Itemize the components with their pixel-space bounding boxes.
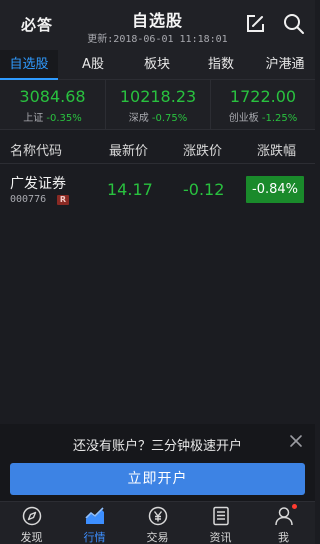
nav-market[interactable]: 行情 [63,502,126,544]
tab-hk-connect[interactable]: 沪港通 [255,50,315,80]
close-icon[interactable] [289,434,303,448]
index-card-chinext[interactable]: 1722.00 创业板 -1.25% [210,80,315,130]
index-card-shanghai[interactable]: 3084.68 上证 -0.35% [0,80,105,130]
edit-icon[interactable] [244,13,266,35]
index-value: 10218.23 [119,87,197,106]
page-title: 自选股 [131,11,183,30]
tab-indices[interactable]: 指数 [192,50,250,80]
column-headers: 名称代码 最新价 涨跌价 涨跌幅 [0,131,315,164]
index-value: 1722.00 [229,87,297,106]
stock-name: 广发证券 [10,176,66,192]
index-card-shenzhen[interactable]: 10218.23 深成 -0.75% [105,80,210,130]
nav-label: 行情 [83,531,106,544]
nav-label: 交易 [146,531,169,544]
index-change-pct: -0.75% [151,113,188,124]
open-account-banner: 还没有账户？三分钟极速开户 立即开户 [0,424,315,501]
news-icon [213,506,229,526]
index-name: 深成 [128,113,149,124]
top-bar: 必答 自选股 更新:2018-06-01 11:18:01 [0,0,315,50]
column-name-code: 名称代码 [10,144,63,159]
stock-change-pct: -0.84% [246,176,304,203]
stock-row[interactable]: 广发证券 000776 R 14.17 -0.12 -0.84% [0,165,315,215]
chart-icon [85,507,104,524]
index-summary: 3084.68 上证 -0.35% 10218.23 深成 -0.75% 172… [0,80,315,130]
yen-icon [148,506,168,526]
nav-trade[interactable]: 交易 [126,502,189,544]
tab-a-shares[interactable]: A股 [64,50,122,80]
stock-change: -0.12 [183,180,225,199]
index-subtitle: 上证 -0.35% [0,109,105,124]
index-subtitle: 深成 -0.75% [106,109,210,124]
update-timestamp: 更新:2018-06-01 11:18:01 [87,34,228,45]
tab-sectors[interactable]: 板块 [128,50,186,80]
index-value: 3084.68 [19,87,86,106]
user-icon [275,507,293,526]
index-change-pct: -0.35% [46,113,82,124]
stock-code: 000776 [10,194,47,205]
bottom-nav: 发现 行情 交易 资讯 我 [0,501,315,544]
tab-watchlist[interactable]: 自选股 [0,50,58,80]
notification-dot [292,504,297,509]
nav-label: 发现 [20,531,43,544]
index-name: 上证 [23,113,44,124]
market-tabs: 自选股 A股 板块 指数 沪港通 [0,50,315,80]
compass-icon [22,506,42,526]
nav-me[interactable]: 我 [252,502,315,544]
index-subtitle: 创业板 -1.25% [211,109,315,124]
promo-text: 还没有账户？三分钟极速开户 [72,439,242,454]
column-latest-price[interactable]: 最新价 [109,140,148,159]
column-change[interactable]: 涨跌价 [183,140,222,159]
open-account-button[interactable]: 立即开户 [10,463,305,495]
index-name: 创业板 [228,113,259,124]
nav-news[interactable]: 资讯 [189,502,252,544]
nav-label: 资讯 [209,531,232,544]
index-change-pct: -1.25% [261,113,298,124]
column-change-pct[interactable]: 涨跌幅 [257,140,296,159]
nav-label: 我 [278,531,289,544]
nav-discover[interactable]: 发现 [0,502,63,544]
search-icon[interactable] [283,13,305,35]
stock-price: 14.17 [107,180,153,199]
margin-trading-badge: R [57,195,69,205]
